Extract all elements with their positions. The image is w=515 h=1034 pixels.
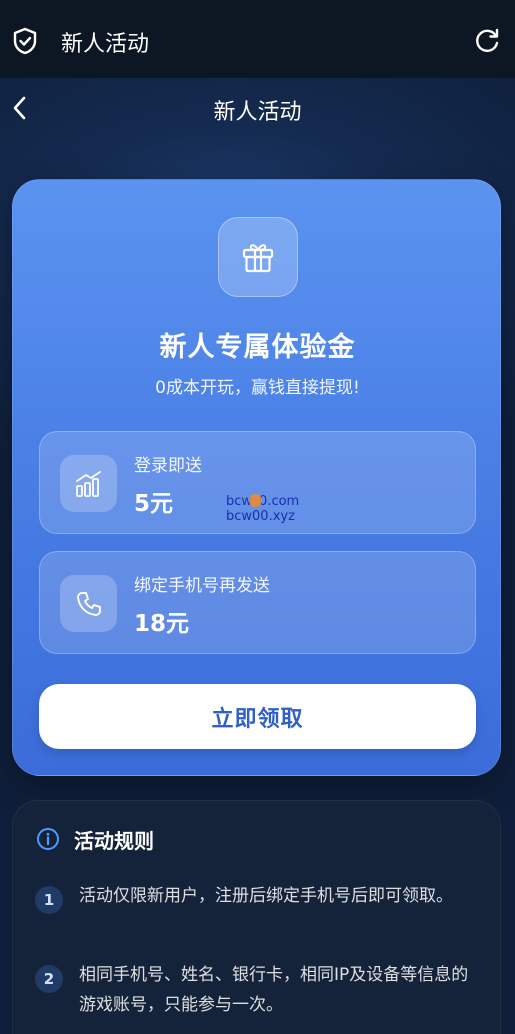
reward-amount: 5元 — [134, 491, 174, 517]
reward-label: 绑定手机号再发送 — [134, 576, 270, 596]
phone-icon — [76, 591, 101, 616]
promo-headline: 新人专属体验金 — [159, 332, 356, 363]
rule-text: 相同手机号、姓名、银行卡，相同IP及设备等信息的游戏账号，只能参与一次。 — [79, 965, 469, 1015]
gift-icon-tile — [218, 217, 298, 297]
rule-number: 1 — [35, 886, 63, 914]
rule-text: 活动仅限新用户，注册后绑定手机号后即可领取。 — [79, 886, 453, 906]
shield-check-icon — [13, 27, 37, 55]
reward-icon-tile — [60, 575, 117, 632]
bar-chart-icon — [75, 470, 101, 497]
watermark-dot — [249, 494, 263, 507]
claim-button[interactable]: 立即领取 — [39, 684, 476, 749]
watermark-line1b: 0.com — [259, 494, 300, 509]
watermark: bcw 0.com bcw00.xyz — [226, 494, 299, 524]
system-bar: 新人活动 — [0, 0, 515, 78]
reward-icon-tile — [60, 455, 117, 512]
page-title: 新人活动 — [213, 100, 302, 125]
gift-icon — [242, 244, 274, 273]
reward-amount: 18元 — [134, 611, 190, 637]
watermark-line2: bcw00.xyz — [226, 509, 295, 524]
rule-number: 2 — [35, 965, 63, 993]
nav-bar: 新人活动 — [0, 78, 515, 138]
promo-card: 新人专属体验金 0成本开玩，赢钱直接提现! 登录即送 5元 bcw 0.com b… — [12, 179, 501, 776]
page-body: 新人活动 新人专属体验金 0成本开玩，赢钱直接提现! 登录即送 5元 bcw 0… — [0, 78, 515, 1034]
info-circle-icon — [37, 828, 59, 850]
reward-bind-phone: 绑定手机号再发送 18元 — [39, 551, 476, 654]
promo-subline: 0成本开玩，赢钱直接提现! — [155, 378, 360, 398]
rules-title: 活动规则 — [74, 829, 154, 853]
refresh-icon[interactable] — [473, 27, 501, 55]
app-title: 新人活动 — [61, 32, 150, 57]
rules-panel: 活动规则 1 活动仅限新用户，注册后绑定手机号后即可领取。 2 相同手机号、姓名… — [12, 800, 501, 1034]
reward-label: 登录即送 — [134, 456, 202, 476]
reward-login: 登录即送 5元 bcw 0.com bcw00.xyz — [39, 431, 476, 534]
